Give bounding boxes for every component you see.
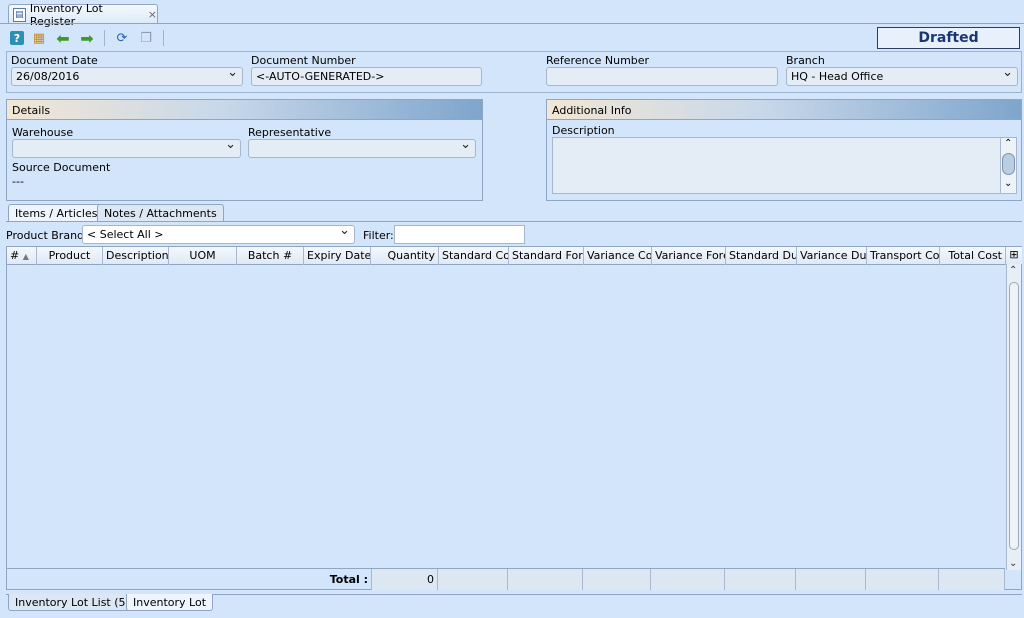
grid-scroll-up-icon[interactable]: ⌃ <box>1009 265 1017 276</box>
column-chooser-icon[interactable]: ⊞ <box>1006 247 1022 265</box>
description-scrollbar[interactable]: ⌃ ⌄ <box>1000 138 1016 193</box>
close-tab-icon[interactable]: × <box>148 8 157 21</box>
column-header-standard-cost[interactable]: Standard Cost <box>439 247 509 265</box>
tab-strip-line <box>6 221 1022 222</box>
column-header-batch[interactable]: Batch # <box>237 247 304 265</box>
forward-arrow-icon[interactable]: ➡ <box>78 29 96 48</box>
total-variance-duty <box>796 569 866 590</box>
copy-icon[interactable]: ❐ <box>137 29 155 47</box>
total-quantity: 0 <box>372 569 438 590</box>
grid-total-row: Total : 0 <box>7 568 1005 590</box>
total-label: Total : <box>7 569 372 590</box>
warehouse-label: Warehouse <box>12 126 74 139</box>
additional-info-title: Additional Info <box>547 100 1021 120</box>
back-arrow-icon[interactable]: ⬅ <box>54 29 72 48</box>
details-panel-title: Details <box>7 100 482 120</box>
grid-scroll-down-icon[interactable]: ⌄ <box>1009 558 1017 569</box>
help-icon[interactable]: ? <box>10 31 24 45</box>
status-badge: Drafted <box>877 27 1020 49</box>
scroll-thumb[interactable] <box>1002 153 1015 175</box>
document-number-field[interactable]: <-AUTO-GENERATED-> <box>251 67 482 86</box>
document-date-field[interactable]: 26/08/2016 <box>11 67 243 86</box>
scroll-down-icon[interactable]: ⌄ <box>1004 178 1012 189</box>
column-header-standard-forex[interactable]: Standard Forex <box>509 247 584 265</box>
column-header-expiry-date[interactable]: Expiry Date <box>304 247 371 265</box>
refresh-icon[interactable]: ⟳ <box>113 29 131 47</box>
source-document-label: Source Document <box>12 161 111 174</box>
column-header-product[interactable]: Product <box>37 247 103 265</box>
scroll-up-icon[interactable]: ⌃ <box>1004 138 1012 149</box>
grid-vertical-scrollbar[interactable]: ⌃ ⌄ <box>1006 264 1021 570</box>
warehouse-select[interactable] <box>12 139 241 158</box>
total-transport-cost <box>866 569 939 590</box>
representative-label: Representative <box>248 126 332 139</box>
reference-number-label: Reference Number <box>546 54 650 67</box>
table-icon[interactable]: ▦ <box>30 29 48 47</box>
items-grid: # ▲ Product Description UOM Batch # Expi… <box>6 246 1022 590</box>
filter-input[interactable] <box>394 225 525 244</box>
column-header-transport-cost[interactable]: Transport Cost <box>867 247 940 265</box>
toolbar-separator <box>104 30 105 46</box>
reference-number-field[interactable] <box>546 67 778 86</box>
total-total-cost <box>939 569 1005 590</box>
column-header-standard-duty[interactable]: Standard Duty <box>726 247 797 265</box>
grid-scroll-thumb[interactable] <box>1009 282 1019 550</box>
toolbar: ? ▦ ⬅ ➡ ⟳ ❐ <box>10 28 166 48</box>
total-standard-duty <box>725 569 796 590</box>
document-number-label: Document Number <box>251 54 356 67</box>
tab-divider <box>0 23 1024 24</box>
tab-notes-attachments[interactable]: Notes / Attachments <box>97 204 224 221</box>
description-textarea[interactable] <box>552 137 1017 194</box>
tab-inventory-lot[interactable]: Inventory Lot <box>126 594 214 611</box>
toolbar-separator <box>163 30 164 46</box>
total-standard-cost <box>438 569 508 590</box>
column-header-variance-cost[interactable]: Variance Cost <box>584 247 652 265</box>
total-standard-forex <box>508 569 583 590</box>
sort-asc-icon: ▲ <box>22 252 29 261</box>
product-brand-label: Product Brand: <box>6 229 88 242</box>
column-header-number[interactable]: # ▲ <box>7 247 37 265</box>
column-header-variance-duty[interactable]: Variance Duty <box>797 247 867 265</box>
branch-label: Branch <box>786 54 825 67</box>
tab-items-articles[interactable]: Items / Articles <box>8 204 105 221</box>
representative-select[interactable] <box>248 139 476 158</box>
column-header-quantity[interactable]: Quantity <box>371 247 439 265</box>
column-header-total-cost[interactable]: Total Cost <box>940 247 1006 265</box>
column-header-uom[interactable]: UOM <box>169 247 237 265</box>
filter-label: Filter: <box>363 229 394 242</box>
tab-inventory-lot-list[interactable]: Inventory Lot List (51) <box>8 594 144 611</box>
source-document-value: --- <box>12 175 24 188</box>
register-icon: ▤ <box>13 7 26 22</box>
branch-select[interactable]: HQ - Head Office <box>786 67 1018 86</box>
column-header-description[interactable]: Description <box>103 247 169 265</box>
product-brand-select[interactable]: < Select All > <box>82 225 355 244</box>
total-variance-cost <box>583 569 651 590</box>
grid-header-row: # ▲ Product Description UOM Batch # Expi… <box>7 247 1022 265</box>
total-variance-forex <box>651 569 725 590</box>
column-header-variance-forex[interactable]: Variance Forex <box>652 247 726 265</box>
description-label: Description <box>552 124 615 137</box>
document-tab[interactable]: ▤ Inventory Lot Register × <box>8 2 158 28</box>
document-date-label: Document Date <box>11 54 98 67</box>
